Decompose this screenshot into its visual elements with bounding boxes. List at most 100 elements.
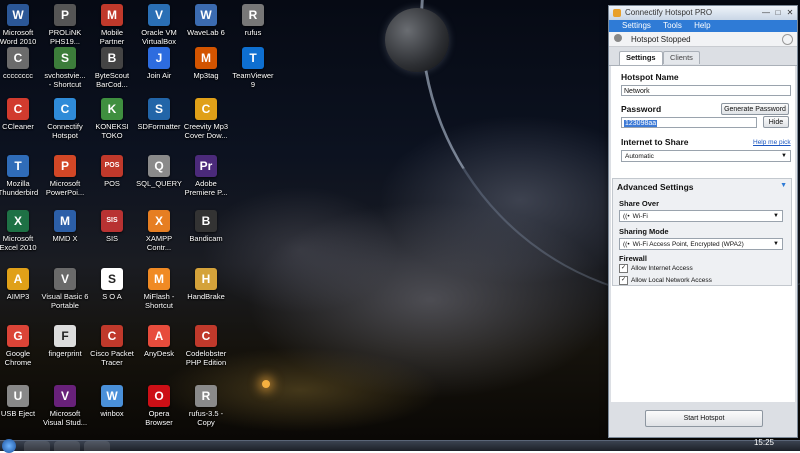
allow-local-checkbox[interactable]: ✓ bbox=[619, 276, 628, 285]
app-icon: U bbox=[7, 385, 29, 407]
app-icon: K bbox=[101, 98, 123, 120]
desktop-icon[interactable]: Pr Adobe Premiere P... bbox=[172, 155, 240, 197]
app-icon: W bbox=[7, 4, 29, 26]
app-icon: C bbox=[7, 47, 29, 69]
desktop-icon[interactable]: Rrufus-3.5 - Copy bbox=[172, 385, 240, 427]
tab-settings[interactable]: Settings bbox=[619, 51, 663, 65]
app-icon: C bbox=[54, 98, 76, 120]
hide-password-button[interactable]: Hide bbox=[763, 116, 789, 128]
share-over-value: Wi-Fi bbox=[632, 213, 648, 220]
moon-graphic bbox=[385, 8, 449, 72]
campfire-light bbox=[262, 380, 270, 388]
app-icon: A bbox=[148, 325, 170, 347]
app-icon: M bbox=[148, 268, 170, 290]
desktop-icon-label: TeamViewer 9 bbox=[232, 71, 274, 89]
sharing-mode-label: Sharing Mode bbox=[619, 227, 669, 236]
desktop-icon[interactable]: C Codelobster PHP Edition bbox=[172, 325, 240, 367]
app-icon: C bbox=[7, 98, 29, 120]
firewall-label: Firewall bbox=[619, 254, 647, 263]
hotspot-name-input[interactable]: Network bbox=[621, 85, 791, 96]
app-icon: V bbox=[148, 4, 170, 26]
app-icon: V bbox=[54, 385, 76, 407]
app-icon: H bbox=[195, 268, 217, 290]
share-over-select[interactable]: ((• Wi-Fi ▼ bbox=[619, 210, 783, 222]
password-value: 123098aa bbox=[624, 120, 658, 127]
help-me-pick-link[interactable]: Help me pick bbox=[753, 139, 791, 146]
connectify-window: Connectify Hotspot PRO — □ ✕ Settings To… bbox=[608, 5, 798, 438]
desktop-icon[interactable]: B Bandicam bbox=[172, 210, 240, 243]
refresh-icon[interactable] bbox=[782, 34, 793, 45]
internet-share-label: Internet to Share bbox=[621, 137, 689, 147]
app-icon: P bbox=[54, 4, 76, 26]
taskbar-clock: 15:25 bbox=[753, 438, 774, 447]
maximize-button[interactable]: □ bbox=[773, 8, 783, 17]
app-icon: S bbox=[148, 98, 170, 120]
app-icon: C bbox=[195, 325, 217, 347]
window-title: Connectify Hotspot PRO bbox=[625, 8, 713, 17]
desktop-icon[interactable]: T TeamViewer 9 bbox=[219, 47, 287, 89]
chevron-down-icon: ▼ bbox=[781, 153, 787, 159]
app-icon: M bbox=[195, 47, 217, 69]
tab-bar: Settings Clients bbox=[609, 51, 797, 66]
chevron-down-icon: ▼ bbox=[773, 213, 779, 219]
chevron-down-icon: ▼ bbox=[773, 241, 779, 247]
desktop-icon[interactable]: C Creevity Mp3 Cover Dow... bbox=[172, 98, 240, 140]
start-button[interactable] bbox=[2, 439, 16, 453]
internet-source-select[interactable]: Automatic ▼ bbox=[621, 150, 791, 162]
tab-clients[interactable]: Clients bbox=[663, 51, 700, 64]
app-icon: M bbox=[101, 4, 123, 26]
app-icon: X bbox=[7, 210, 29, 232]
app-icon: Q bbox=[148, 155, 170, 177]
menu-tools[interactable]: Tools bbox=[658, 20, 687, 32]
allow-internet-label: Allow Internet Access bbox=[631, 265, 693, 273]
app-icon: C bbox=[101, 325, 123, 347]
app-icon: C bbox=[195, 98, 217, 120]
menu-bar: Settings Tools Help bbox=[609, 20, 797, 32]
allow-local-label: Allow Local Network Access bbox=[631, 277, 712, 285]
app-icon: B bbox=[101, 47, 123, 69]
window-titlebar[interactable]: Connectify Hotspot PRO — □ ✕ bbox=[609, 6, 797, 20]
wifi-icon: ((• bbox=[623, 241, 630, 248]
menu-settings[interactable]: Settings bbox=[617, 20, 656, 32]
generate-password-button[interactable]: Generate Password bbox=[721, 103, 789, 115]
sharing-mode-value: Wi-Fi Access Point, Encrypted (WPA2) bbox=[632, 241, 744, 248]
password-label: Password bbox=[621, 104, 662, 114]
desktop-icon[interactable]: H HandBrake bbox=[172, 268, 240, 301]
app-icon: F bbox=[54, 325, 76, 347]
minimize-button[interactable]: — bbox=[761, 8, 771, 17]
app-icon: R bbox=[195, 385, 217, 407]
taskbar: 15:25 bbox=[0, 438, 800, 453]
app-icon: M bbox=[54, 210, 76, 232]
app-icon: P bbox=[54, 155, 76, 177]
desktop-icon-label: Creevity Mp3 Cover Dow... bbox=[183, 122, 229, 140]
app-icon: Pr bbox=[195, 155, 217, 177]
app-icon: B bbox=[195, 210, 217, 232]
close-button[interactable]: ✕ bbox=[785, 8, 795, 17]
share-over-label: Share Over bbox=[619, 199, 660, 208]
desktop-icon-label: HandBrake bbox=[187, 292, 225, 301]
app-icon: O bbox=[148, 385, 170, 407]
desktop-icon-label: rufus-3.5 - Copy bbox=[188, 409, 224, 427]
app-icon: SIS bbox=[101, 210, 123, 232]
sharing-mode-select[interactable]: ((• Wi-Fi Access Point, Encrypted (WPA2) … bbox=[619, 238, 783, 250]
app-icon: R bbox=[242, 4, 264, 26]
desktop-icon[interactable]: Rrufus bbox=[219, 4, 287, 37]
start-hotspot-button[interactable]: Start Hotspot bbox=[645, 410, 763, 427]
status-bar: Hotspot Stopped bbox=[609, 32, 797, 47]
app-icon bbox=[613, 9, 621, 17]
app-icon: POS bbox=[101, 155, 123, 177]
app-icon: W bbox=[195, 4, 217, 26]
app-icon: S bbox=[54, 47, 76, 69]
advanced-settings-section: Advanced Settings ▼ Share Over ((• Wi-Fi … bbox=[612, 178, 792, 286]
collapse-icon[interactable]: ▼ bbox=[780, 182, 787, 189]
allow-internet-checkbox-row[interactable]: ✓ Allow Internet Access bbox=[619, 264, 693, 273]
desktop-icon-label: Bandicam bbox=[189, 234, 223, 243]
status-icon bbox=[614, 34, 622, 42]
app-icon: V bbox=[54, 268, 76, 290]
app-icon: W bbox=[101, 385, 123, 407]
allow-local-checkbox-row[interactable]: ✓ Allow Local Network Access bbox=[619, 276, 712, 285]
password-input[interactable]: 123098aa bbox=[621, 117, 757, 128]
menu-help[interactable]: Help bbox=[689, 20, 715, 32]
app-icon: T bbox=[7, 155, 29, 177]
allow-internet-checkbox[interactable]: ✓ bbox=[619, 264, 628, 273]
